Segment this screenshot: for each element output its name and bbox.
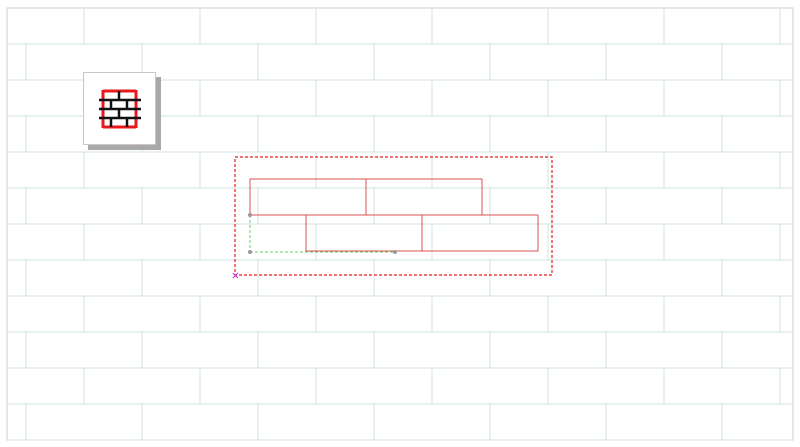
tool-tooltip [84,73,85,74]
brick-pattern-tool-button[interactable] [83,72,156,145]
guide-handle[interactable] [248,213,252,217]
brick-wall-icon [99,89,141,129]
drawing-canvas[interactable] [0,0,800,447]
guide-handle[interactable] [393,250,397,254]
brick-background [6,7,794,441]
guide-handle[interactable] [248,250,252,254]
